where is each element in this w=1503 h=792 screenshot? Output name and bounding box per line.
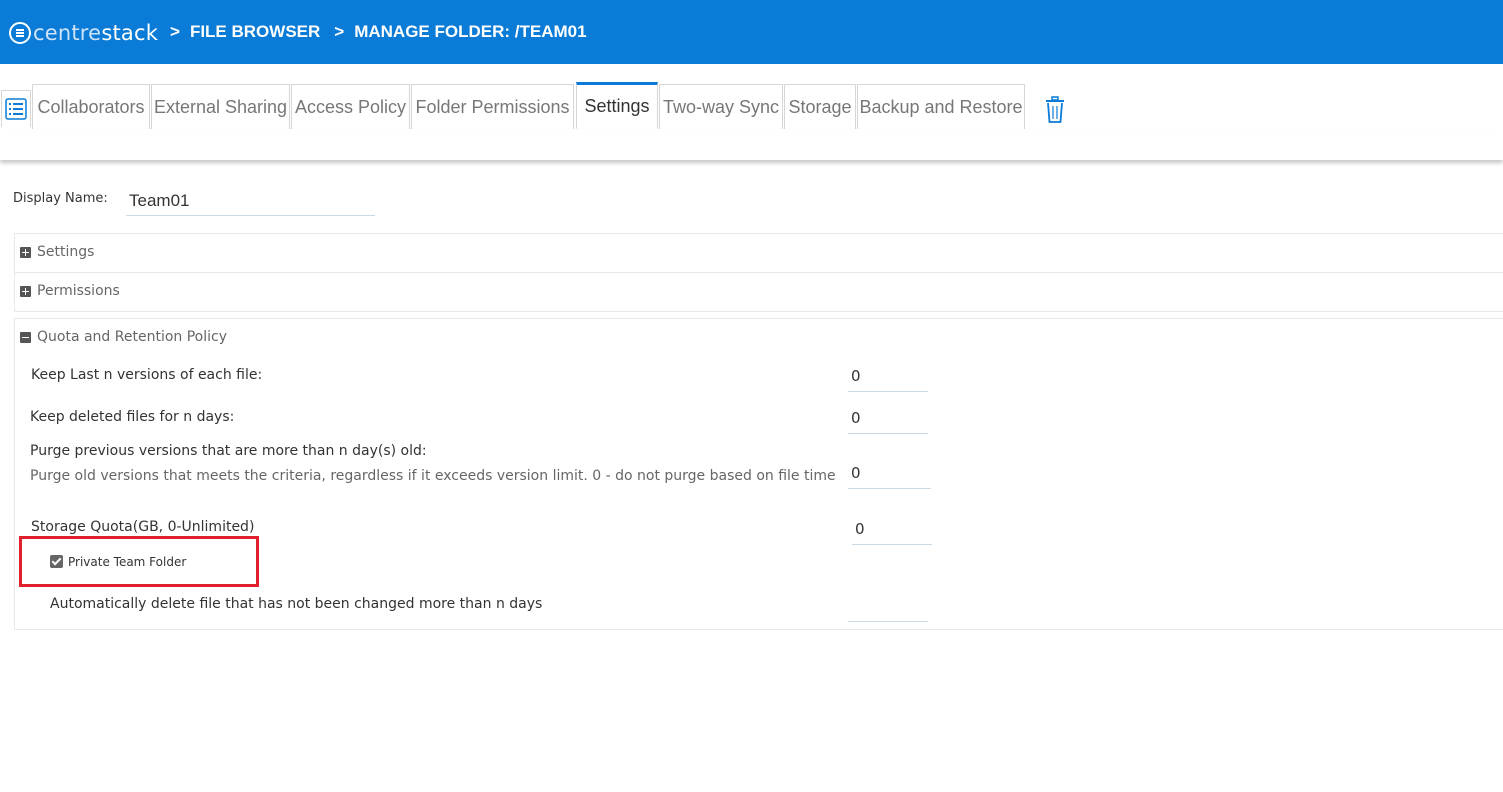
tab-backup-and-restore[interactable]: Backup and Restore [857,84,1025,129]
logo-menu-icon [9,22,31,44]
settings-section-label: Settings [37,244,95,260]
private-team-folder-label[interactable]: Private Team Folder [68,555,186,569]
keep-deleted-label: Keep deleted files for n days: [30,409,235,425]
list-view-icon[interactable] [1,90,31,127]
keep-versions-input[interactable] [848,360,928,392]
auto-delete-label: Automatically delete file that has not b… [50,596,543,612]
quota-section-label: Quota and Retention Policy [37,329,227,345]
breadcrumb-manage-folder: MANAGE FOLDER: /TEAM01 [354,22,587,41]
centrestack-logo[interactable]: centrestack [9,21,158,45]
tab-storage[interactable]: Storage [784,84,856,129]
permissions-section: Permissions [14,272,1503,312]
storage-quota-input[interactable] [852,513,932,545]
tab-folder-permissions[interactable]: Folder Permissions [411,84,574,129]
top-header: centrestack > FILE BROWSER > MANAGE FOLD… [0,0,1503,64]
logo-text: centrestack [33,21,159,45]
keep-versions-label: Keep Last n versions of each file: [31,367,263,383]
collapse-icon [20,331,31,343]
purge-sublabel: Purge old versions that meets the criter… [30,468,836,484]
permissions-section-header[interactable]: Permissions [20,283,120,299]
settings-section-header[interactable]: Settings [20,244,94,260]
tab-external-sharing[interactable]: External Sharing [151,84,290,129]
tab-collaborators[interactable]: Collaborators [32,84,150,129]
breadcrumb-separator: > [170,22,180,41]
settings-section: Settings [14,233,1503,273]
display-name-label: Display Name: [13,191,108,206]
keep-deleted-input[interactable] [848,402,928,434]
tab-access-policy[interactable]: Access Policy [291,84,410,129]
expand-icon [20,246,31,258]
toolbar-strip [0,129,1503,160]
trash-icon[interactable] [1043,96,1067,124]
tab-bar: Collaborators External Sharing Access Po… [0,82,1503,130]
purge-input[interactable] [848,457,931,489]
display-name-input[interactable] [126,186,375,216]
tab-two-way-sync[interactable]: Two-way Sync [659,84,783,129]
auto-delete-input[interactable] [848,590,928,622]
expand-icon [20,285,31,297]
storage-quota-label: Storage Quota(GB, 0-Unlimited) [31,519,255,535]
permissions-section-label: Permissions [37,283,120,299]
tab-settings[interactable]: Settings [576,82,658,129]
purge-label: Purge previous versions that are more th… [30,443,427,459]
breadcrumb: > FILE BROWSER > MANAGE FOLDER: /TEAM01 [170,22,601,42]
private-team-folder-checkbox[interactable] [50,555,63,568]
breadcrumb-separator: > [334,22,345,41]
quota-section-header[interactable]: Quota and Retention Policy [20,329,227,345]
breadcrumb-file-browser[interactable]: FILE BROWSER [190,22,320,42]
